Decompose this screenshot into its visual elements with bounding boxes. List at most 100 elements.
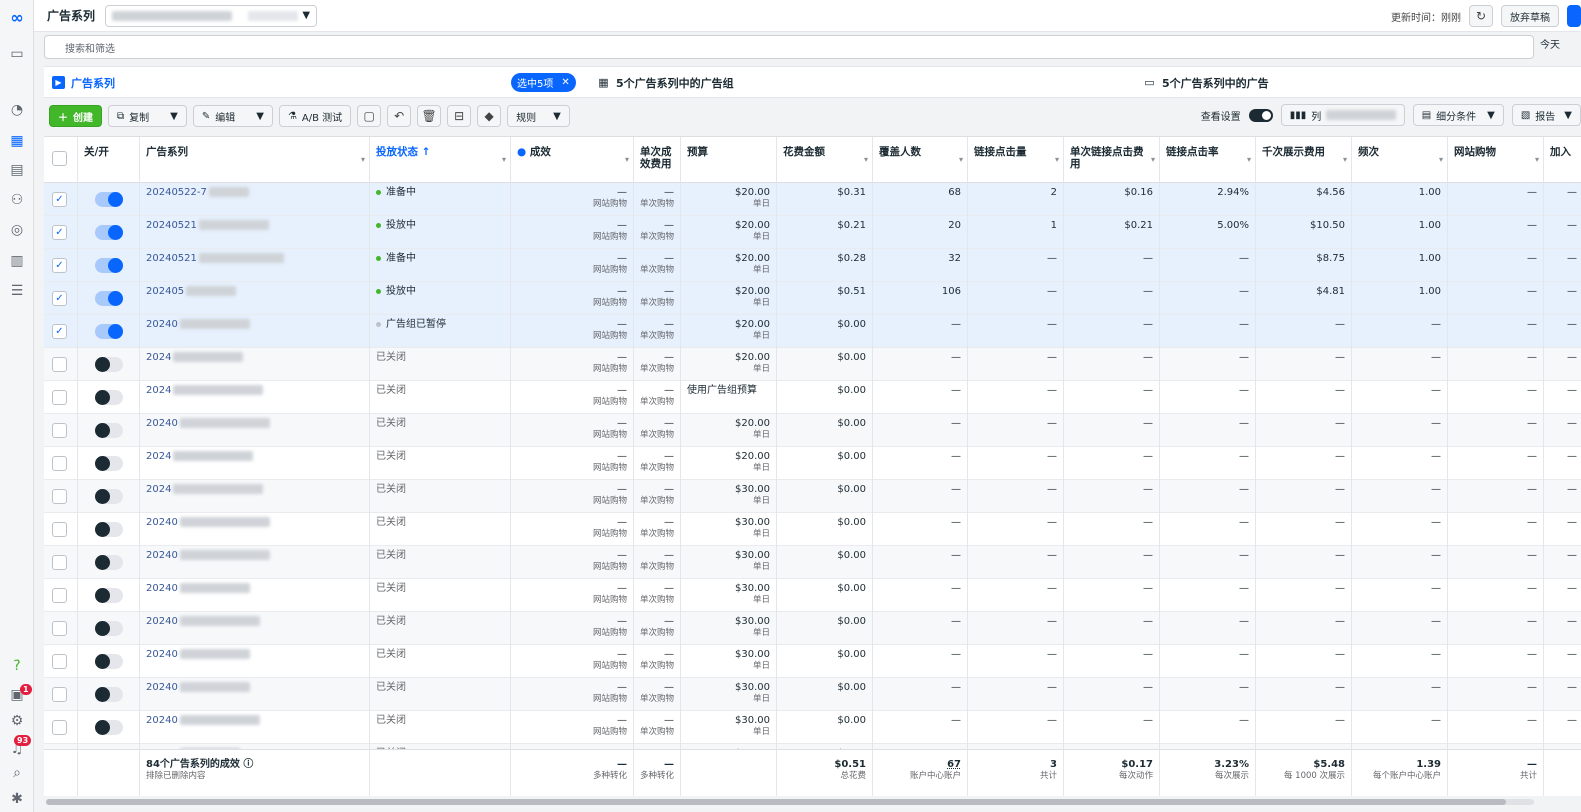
delivery-toggle[interactable] [95,258,123,273]
delivery-toggle[interactable] [95,588,123,603]
col-link-clicks[interactable]: 链接点击量 ▾ [968,137,1064,183]
delivery-toggle[interactable] [95,687,123,702]
catalog-icon[interactable]: ▥ [8,252,26,270]
events-icon[interactable]: ◎ [8,221,26,239]
table-row[interactable]: ✓ 202405 投放中 — 网站购物 — 单次购物 $20.00 单日 $0.51 106— — — $… [44,282,1581,315]
delivery-toggle[interactable] [95,654,123,669]
col-results[interactable]: ● 成效 ▾ [511,137,634,183]
delivery-toggle[interactable] [95,621,123,636]
table-row[interactable]: 2024 已关闭 — 网站购物 — 单次购物 $30.00 单日 $0.00— — — — — — — — [44,480,1581,513]
preview-button[interactable]: ⊟ [447,105,472,127]
selected-chip[interactable]: 选中5项 ✕ [511,73,576,92]
campaign-name-link[interactable]: 2024 [146,451,171,462]
delivery-toggle[interactable] [95,456,123,471]
reports-button[interactable]: ▧ 报告 ▼ [1511,104,1581,126]
publish-button[interactable] [1567,5,1581,27]
table-row[interactable]: 20240已关闭—网站购物—单次购物$30.00单日$0.00———————— [44,678,1581,711]
select-all-checkbox[interactable] [52,151,67,166]
row-checkbox[interactable] [52,357,67,372]
col-frequency[interactable]: 频次 ▾ [1352,137,1448,183]
settings-gear-icon[interactable]: ⚙ [8,712,26,730]
row-checkbox[interactable] [52,555,67,570]
delivery-toggle[interactable] [95,423,123,438]
row-checkbox[interactable] [52,489,67,504]
col-add[interactable]: 加入 [1544,137,1581,183]
col-cpc[interactable]: 单次链接点击费用 ▾ [1064,137,1160,183]
col-budget[interactable]: 预算 [681,137,777,183]
breakdown-button[interactable]: ▤ 细分条件 ▼ [1412,104,1504,126]
delivery-toggle[interactable] [95,324,123,339]
row-checkbox[interactable] [52,423,67,438]
campaign-name-link[interactable]: 20240521 [146,253,197,264]
campaign-name-link[interactable]: 20240522-7 [146,187,207,198]
delivery-toggle[interactable] [95,192,123,207]
delivery-toggle[interactable] [95,390,123,405]
tab-adsets[interactable]: ▦ 5个广告系列中的广告组 [597,67,733,98]
col-campaign[interactable]: 广告系列 ▾ [140,137,370,183]
campaign-name-link[interactable]: 20240 [146,715,178,726]
panel-icon[interactable]: ▭ [8,45,26,63]
delivery-toggle[interactable] [95,357,123,372]
delivery-toggle[interactable] [95,522,123,537]
create-button[interactable]: ＋ 创建 [49,105,102,127]
edit-button[interactable]: ✎ 编辑 ▼ [192,105,273,127]
rules-button[interactable]: 规则 ▼ [507,105,570,127]
help-icon[interactable]: ? [8,657,26,675]
row-checkbox[interactable]: ✓ [52,291,67,306]
campaign-name-link[interactable]: 20240 [146,550,178,561]
tab-campaigns[interactable]: ▶ 广告系列 [52,67,115,98]
archive-button[interactable]: ▢ [357,105,382,127]
horizontal-scrollbar[interactable] [46,799,1534,805]
table-row[interactable]: ✓ 20240 广告组已暂停 — 网站购物 — 单次购物 $20.00 单日 $0.00— — — — —… [44,315,1581,348]
table-row[interactable]: 20240已关闭—网站购物—单次购物$30.00单日$0.00———————— [44,711,1581,744]
delete-button[interactable]: 🗑 [417,105,442,127]
ab-test-button[interactable]: ⚗ A/B 测试 [278,105,352,127]
view-settings-toggle[interactable] [1248,108,1273,122]
scrollbar-thumb[interactable] [46,799,1506,805]
col-reach[interactable]: 覆盖人数 ▾ [873,137,968,183]
discard-draft-button[interactable]: 放弃草稿 [1501,5,1559,27]
row-checkbox[interactable] [52,456,67,471]
campaign-name-link[interactable]: 20240 [146,682,178,693]
audience-icon[interactable]: ⚇ [8,191,26,209]
col-ctr[interactable]: 链接点击率 ▾ [1160,137,1256,183]
row-checkbox[interactable]: ✓ [52,192,67,207]
table-row[interactable]: 20240已关闭—网站购物—单次购物$30.00单日$0.00———————— [44,612,1581,645]
pages-icon[interactable]: ▤ [8,161,26,179]
bug-report-icon[interactable]: ✱ [8,790,26,808]
delivery-toggle[interactable] [95,489,123,504]
row-checkbox[interactable] [52,654,67,669]
delivery-toggle[interactable] [95,291,123,306]
campaign-name-link[interactable]: 20240 [146,649,178,660]
row-checkbox[interactable] [52,522,67,537]
col-delivery[interactable]: 投放状态 ↑ ▾ [370,137,511,183]
campaign-name-link[interactable]: 20240 [146,583,178,594]
row-checkbox[interactable]: ✓ [52,324,67,339]
table-row[interactable]: ✓ 20240521 准备中 — 网站购物 — 单次购物 $20.00 单日 $0.28 32— — —… [44,249,1581,282]
table-row[interactable]: ✓ 20240521 投放中 — 网站购物 — 单次购物 $20.00 单日 $0.21 20 1 $0… [44,216,1581,249]
table-row[interactable]: 2024 已关闭 — 网站购物 — 单次购物 使用广告组预算 $0.00— — — — — — — — [44,381,1581,414]
close-icon[interactable]: ✕ [561,77,569,88]
campaign-name-link[interactable]: 20240 [146,319,178,330]
col-cost-per-result[interactable]: 单次成效费用 [634,137,681,183]
table-row[interactable]: 20240已关闭—网站购物—单次购物$30.00单日$0.00———————— [44,546,1581,579]
campaigns-table-icon[interactable]: ▦ [8,132,26,150]
columns-button[interactable]: ▮▮▮ 列 [1280,104,1405,126]
campaign-name-link[interactable]: 202405 [146,286,184,297]
row-checkbox[interactable] [52,588,67,603]
row-checkbox[interactable] [52,687,67,702]
delivery-toggle[interactable] [95,555,123,570]
delivery-toggle[interactable] [95,720,123,735]
campaign-name-link[interactable]: 20240521 [146,220,197,231]
menu-icon[interactable]: ☰ [8,282,26,300]
table-row[interactable]: 2024 已关闭 — 网站购物 — 单次购物 $20.00 单日 $0.00— — — — — — — — [44,348,1581,381]
tag-button[interactable]: ◆ [477,105,502,127]
row-checkbox[interactable] [52,621,67,636]
table-row[interactable]: ✓ 20240522-7 准备中 — 网站购物 — 单次购物 $20.00 单日 $0.31 68 2… [44,183,1581,216]
row-checkbox[interactable]: ✓ [52,258,67,273]
campaign-name-link[interactable]: 2024 [146,352,171,363]
search-icon[interactable]: ⌕ [8,764,26,782]
delivery-toggle[interactable] [95,225,123,240]
meta-logo-icon[interactable]: ∞ [8,8,26,27]
refresh-button[interactable]: ↻ [1469,5,1493,27]
